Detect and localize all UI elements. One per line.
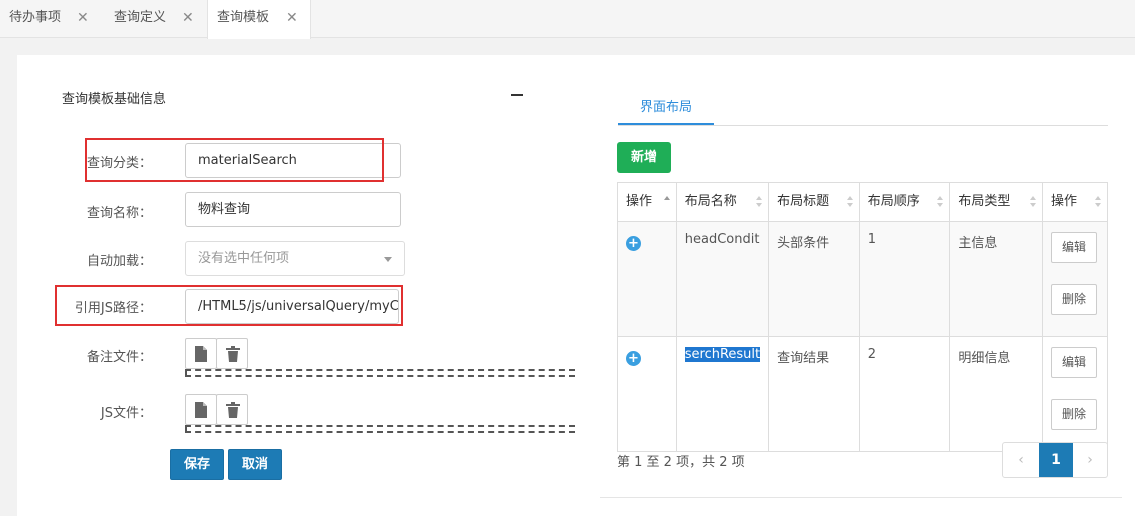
table-row: + serchResult 查询结果 2 明细信息 编辑 删除 [617, 336, 1108, 452]
selected-text: serchResult [684, 347, 761, 362]
expand-cell: + [617, 336, 677, 452]
tab-query-template[interactable]: 查询模板 ✕ [207, 0, 311, 39]
highlight-box [55, 285, 403, 326]
column-header[interactable]: 布局顺序 [858, 182, 951, 222]
prev-page-button[interactable]: ‹ [1003, 443, 1039, 477]
collapse-icon[interactable] [510, 87, 524, 101]
tab-interface-layout[interactable]: 界面布局 [618, 96, 714, 115]
sort-icon [756, 196, 763, 208]
layout-table: 操作 布局名称 布局标题 布局顺序 布局类型 操作 + headCondit 头… [617, 182, 1108, 452]
sort-icon [1095, 196, 1101, 208]
sort-icon [663, 196, 670, 208]
js-file-label: JS文件： [100, 406, 152, 421]
table-header-row: 操作 布局名称 布局标题 布局顺序 布局类型 操作 [617, 182, 1108, 222]
tab-label: 待办事项 [9, 10, 62, 25]
column-header[interactable]: 布局类型 [949, 182, 1044, 222]
tab-divider [618, 125, 1108, 126]
name-input[interactable]: 物料查询 [185, 192, 401, 227]
delete-file-button[interactable] [216, 394, 248, 425]
section-title: 查询模板基础信息 [62, 92, 167, 107]
next-page-button[interactable]: › [1073, 443, 1107, 477]
edit-button[interactable]: 编辑 [1051, 347, 1098, 378]
tab-todo[interactable]: 待办事项 ✕ [0, 0, 100, 38]
column-header[interactable]: 操作 [1042, 182, 1108, 222]
layout-type-cell: 主信息 [949, 221, 1044, 337]
tab-bar: 待办事项 ✕ 查询定义 ✕ 查询模板 ✕ [0, 0, 1135, 39]
column-header[interactable]: 布局名称 [675, 182, 770, 222]
layout-name-cell: serchResult [675, 336, 770, 452]
layout-title-cell: 头部条件 [768, 221, 860, 337]
expand-cell: + [617, 221, 677, 337]
layout-name-cell: headCondit [675, 221, 770, 337]
note-file-label: 备注文件： [86, 350, 152, 365]
column-header[interactable]: 操作 [617, 182, 677, 222]
trash-icon [226, 346, 240, 362]
delete-button[interactable]: 删除 [1051, 399, 1098, 430]
edit-button[interactable]: 编辑 [1051, 232, 1098, 263]
divider [600, 497, 1122, 498]
trash-icon [226, 402, 240, 418]
file-drop-zone[interactable] [185, 369, 575, 377]
layout-order-cell: 2 [858, 336, 951, 452]
actions-cell: 编辑 删除 [1042, 336, 1108, 452]
close-icon[interactable]: ✕ [286, 0, 298, 36]
save-button[interactable]: 保存 [170, 449, 224, 480]
delete-file-button[interactable] [216, 338, 248, 369]
close-icon[interactable]: ✕ [77, 0, 89, 36]
add-button[interactable]: 新增 [617, 142, 671, 173]
layout-title-cell: 查询结果 [768, 336, 860, 452]
cancel-button[interactable]: 取消 [228, 449, 282, 480]
pagination: ‹ 1 › [1002, 442, 1108, 478]
tab-label: 查询定义 [114, 10, 167, 25]
file-drop-zone[interactable] [185, 425, 575, 433]
delete-button[interactable]: 删除 [1051, 284, 1098, 315]
layout-order-cell: 1 [858, 221, 951, 337]
pagination-info: 第 1 至 2 项，共 2 项 [617, 455, 745, 470]
column-header[interactable]: 布局标题 [768, 182, 860, 222]
file-icon [195, 346, 207, 362]
select-placeholder: 没有选中任何项 [198, 251, 290, 266]
file-icon [195, 402, 207, 418]
highlight-box [85, 138, 384, 182]
expand-icon[interactable]: + [626, 351, 641, 366]
expand-icon[interactable]: + [626, 236, 641, 251]
table-row: + headCondit 头部条件 1 主信息 编辑 删除 [617, 221, 1108, 337]
actions-cell: 编辑 删除 [1042, 221, 1108, 337]
tab-label: 查询模板 [217, 10, 270, 25]
file-upload-button[interactable] [185, 394, 217, 425]
layout-type-cell: 明细信息 [949, 336, 1044, 452]
tab-query-definition[interactable]: 查询定义 ✕ [105, 0, 207, 38]
sort-icon [846, 196, 853, 208]
sort-icon [1030, 196, 1037, 208]
close-icon[interactable]: ✕ [182, 0, 194, 36]
chevron-down-icon [384, 257, 392, 262]
autoload-label: 自动加载： [86, 254, 152, 269]
name-label: 查询名称： [86, 206, 152, 221]
sort-icon [937, 196, 944, 208]
page-button[interactable]: 1 [1039, 443, 1073, 477]
autoload-select[interactable]: 没有选中任何项 [185, 241, 405, 276]
file-upload-button[interactable] [185, 338, 217, 369]
